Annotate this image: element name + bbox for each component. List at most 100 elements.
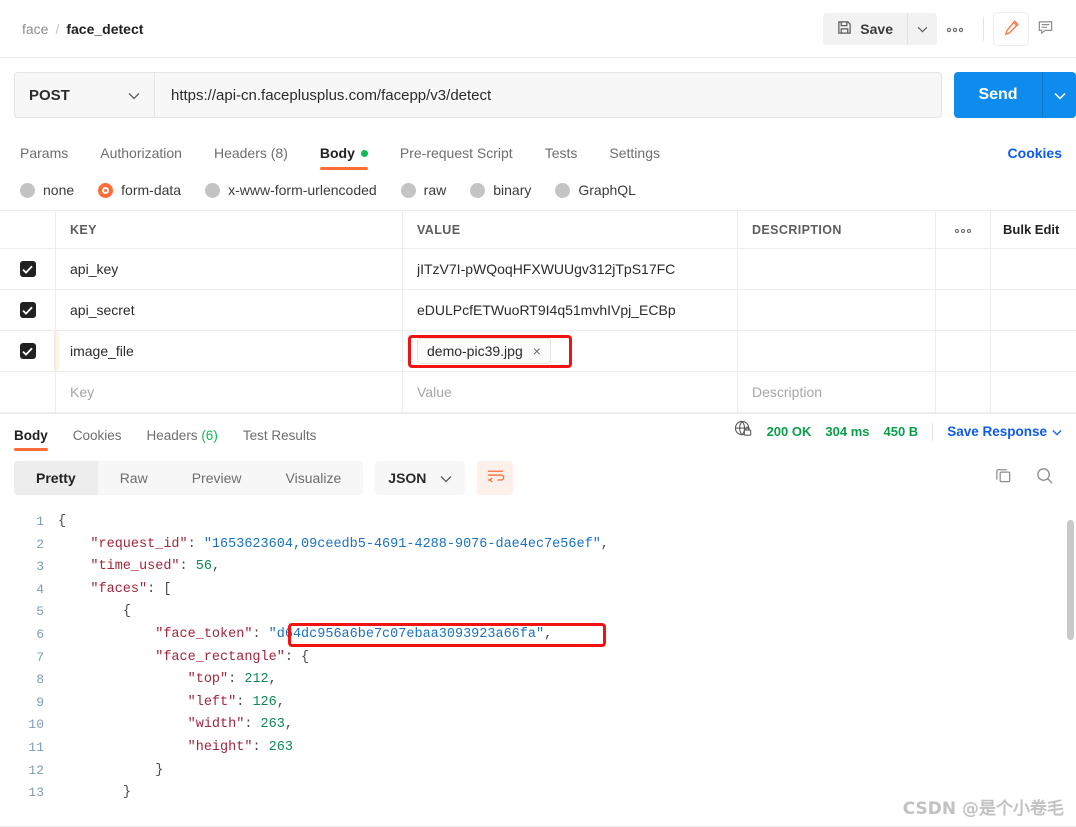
body-type-binary[interactable]: binary xyxy=(470,182,531,198)
code-tokens: "face_rectangle": { xyxy=(155,650,309,665)
comment-button[interactable] xyxy=(1028,13,1062,45)
search-button[interactable] xyxy=(1035,466,1054,490)
tab-body[interactable]: Body xyxy=(319,145,368,170)
save-response-label: Save Response xyxy=(947,424,1047,439)
edit-pencil-button[interactable] xyxy=(994,12,1028,45)
view-raw[interactable]: Raw xyxy=(98,461,170,495)
radio-icon xyxy=(400,182,416,198)
tab-params[interactable]: Params xyxy=(20,145,68,170)
copy-button[interactable] xyxy=(994,466,1013,490)
tab-pre-request-script[interactable]: Pre-request Script xyxy=(400,145,513,170)
request-url-input[interactable]: https://api-cn.faceplusplus.com/facepp/v… xyxy=(154,72,942,118)
row-key-cell[interactable]: image_file xyxy=(56,331,403,371)
save-dropdown-button[interactable] xyxy=(907,12,937,45)
placeholder-value-cell[interactable]: Value xyxy=(403,372,738,412)
code-token-pun: , xyxy=(544,626,553,642)
wrap-lines-icon xyxy=(486,468,505,489)
row-key-cell[interactable]: api_secret xyxy=(56,290,403,330)
row-options[interactable] xyxy=(936,290,991,330)
row-description-cell[interactable] xyxy=(738,249,936,289)
line-number: 3 xyxy=(36,559,44,575)
response-tab-body[interactable]: Body xyxy=(14,428,48,451)
placeholder-value-label: Value xyxy=(417,384,452,400)
row-file-cell[interactable]: demo-pic39.jpg × xyxy=(403,331,738,371)
breadcrumb-parent[interactable]: face xyxy=(22,21,48,37)
response-status: 200 OK xyxy=(766,424,812,439)
view-visualize[interactable]: Visualize xyxy=(264,461,364,495)
code-line: 4 "faces": [ xyxy=(0,579,1076,602)
row-options[interactable] xyxy=(936,331,991,371)
code-line: 12 } xyxy=(0,760,1076,783)
response-toolbar-actions xyxy=(994,466,1062,490)
code-tokens: "faces": [ xyxy=(90,582,171,597)
view-pretty[interactable]: Pretty xyxy=(14,461,98,495)
row-value-cell[interactable]: eDULPcfETWuoRT9I4q51mvhIVpj_ECBp xyxy=(403,290,738,330)
response-tab-test-results[interactable]: Test Results xyxy=(243,428,317,451)
ellipsis-icon xyxy=(954,222,972,237)
body-type-raw[interactable]: raw xyxy=(400,182,446,198)
body-type-x-www-form-urlencoded[interactable]: x-www-form-urlencoded xyxy=(205,182,377,198)
placeholder-options xyxy=(936,372,991,412)
breadcrumb-current[interactable]: face_detect xyxy=(66,21,143,37)
save-button-group: Save xyxy=(823,12,937,45)
file-chip[interactable]: demo-pic39.jpg × xyxy=(417,338,551,364)
row-options[interactable] xyxy=(936,249,991,289)
vertical-scrollbar[interactable] xyxy=(1067,520,1074,640)
http-method-select[interactable]: POST xyxy=(14,72,154,118)
response-body-code[interactable]: 1{2 "request_id": "1653623604,09ceedb5-4… xyxy=(0,505,1076,805)
body-type-graphql[interactable]: GraphQL xyxy=(555,182,636,198)
body-type-none[interactable]: none xyxy=(20,182,74,198)
row-checkbox[interactable] xyxy=(19,343,36,359)
row-description-cell[interactable] xyxy=(738,290,936,330)
code-token-num: 126 xyxy=(252,694,277,710)
close-icon[interactable]: × xyxy=(533,344,541,358)
tab-label: Headers (8) xyxy=(213,145,288,161)
line-number: 1 xyxy=(36,514,44,529)
breadcrumb-separator: / xyxy=(55,20,60,37)
tab-label: Params xyxy=(20,145,69,161)
row-description-cell[interactable] xyxy=(738,331,936,371)
tab-settings[interactable]: Settings xyxy=(609,145,660,170)
tab-headers[interactable]: Headers (8) xyxy=(214,145,288,170)
more-options-button[interactable] xyxy=(937,13,973,45)
tab-tests[interactable]: Tests xyxy=(545,145,578,170)
radio-icon xyxy=(20,182,35,198)
tab-authorization[interactable]: Authorization xyxy=(100,145,182,170)
line-number: 12 xyxy=(28,762,44,778)
table-options-button[interactable] xyxy=(936,211,991,248)
code-line-text: } xyxy=(58,782,131,805)
row-checkbox-cell xyxy=(0,331,56,371)
code-token-key: "face_token" xyxy=(155,626,253,642)
wrap-lines-button[interactable] xyxy=(477,461,514,495)
send-button[interactable]: Send xyxy=(954,72,1042,118)
file-chip-name: demo-pic39.jpg xyxy=(427,343,523,359)
send-dropdown-button[interactable] xyxy=(1042,72,1076,118)
toolbar-divider xyxy=(983,16,984,41)
view-preview[interactable]: Preview xyxy=(170,461,264,495)
top-bar-actions: Save xyxy=(823,12,1062,45)
code-line: 2 "request_id": "1653623604,09ceedb5-469… xyxy=(0,534,1076,557)
tab-label: Tests xyxy=(544,145,578,161)
row-key-cell[interactable]: api_key xyxy=(56,249,403,289)
tab-label: Authorization xyxy=(100,145,182,161)
response-format-select[interactable]: JSON xyxy=(375,461,466,495)
save-button[interactable]: Save xyxy=(823,12,907,45)
code-token-key: "time_used" xyxy=(90,559,180,575)
meta-divider xyxy=(932,422,934,441)
placeholder-key-cell[interactable]: Key xyxy=(56,372,403,412)
cookies-link[interactable]: Cookies xyxy=(1008,145,1062,170)
placeholder-description-cell[interactable]: Description xyxy=(738,372,936,412)
row-checkbox[interactable] xyxy=(19,261,36,277)
body-type-form-data[interactable]: form-data xyxy=(98,182,181,198)
row-value-cell[interactable]: jITzV7I-pWQoqHFXWUUgv312jTpS17FC xyxy=(403,249,738,289)
tab-label: Body xyxy=(14,428,48,443)
row-checkbox-cell xyxy=(0,290,56,330)
code-line-text: "top": 212, xyxy=(58,669,277,692)
response-tab-headers[interactable]: Headers (6) xyxy=(147,428,218,451)
bulk-edit-button[interactable]: Bulk Edit xyxy=(991,211,1076,248)
row-checkbox[interactable] xyxy=(19,302,36,318)
response-tab-cookies[interactable]: Cookies xyxy=(73,428,122,451)
save-response-button[interactable]: Save Response xyxy=(947,424,1062,439)
line-number: 5 xyxy=(36,604,44,620)
